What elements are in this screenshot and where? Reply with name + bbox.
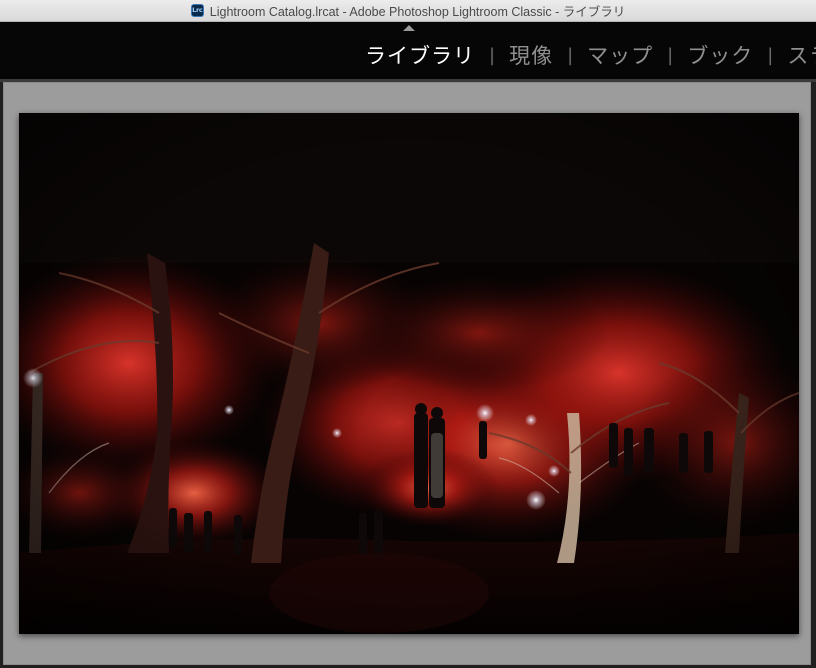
module-book[interactable]: ブック	[687, 42, 753, 70]
module-separator: |	[489, 45, 496, 66]
module-slideshow[interactable]: スライ	[787, 42, 816, 70]
main-workspace	[0, 82, 816, 668]
lightroom-app-icon: Lrc	[190, 4, 204, 17]
photo-preview[interactable]	[19, 113, 799, 634]
window-title: Lightroom Catalog.lrcat - Adobe Photosho…	[209, 5, 626, 19]
window-titlebar: Lrc Lightroom Catalog.lrcat - Adobe Phot…	[0, 0, 816, 22]
module-picker-bar: ライブラリ | 現像 | マップ | ブック | スライ	[0, 22, 816, 79]
module-develop[interactable]: 現像	[509, 42, 553, 70]
module-picker: ライブラリ | 現像 | マップ | ブック | スライ	[365, 42, 816, 70]
autumn-night-photo	[19, 113, 799, 634]
module-separator: |	[567, 45, 574, 66]
triangle-up-icon[interactable]	[403, 25, 415, 31]
loupe-view[interactable]	[3, 82, 811, 665]
module-map[interactable]: マップ	[587, 42, 653, 70]
module-separator: |	[767, 45, 774, 66]
module-library[interactable]: ライブラリ	[365, 42, 475, 70]
module-separator: |	[667, 45, 674, 66]
